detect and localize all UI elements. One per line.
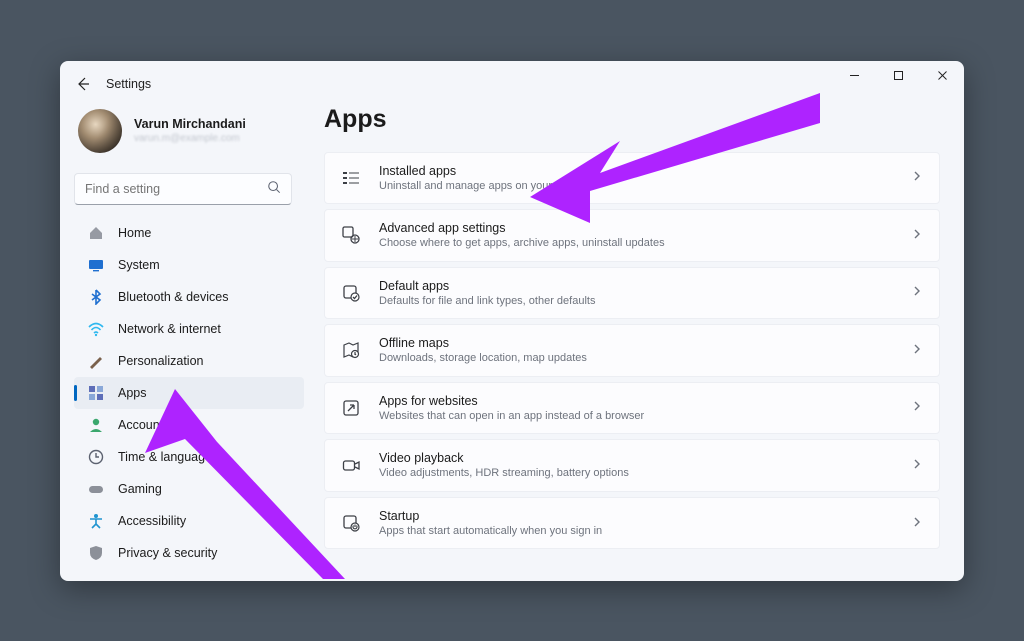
card-subtitle: Downloads, storage location, map updates [379,351,893,365]
profile-name: Varun Mirchandani [134,117,246,131]
chevron-right-icon [911,343,923,358]
settings-window: Settings Varun Mirchandani varun.m@examp… [60,61,964,581]
sidebar-item-bluetooth-devices[interactable]: Bluetooth & devices [74,281,304,313]
network-icon [88,321,104,337]
sidebar-item-privacy-security[interactable]: Privacy & security [74,537,304,569]
card-subtitle: Uninstall and manage apps on your PC [379,179,893,193]
chevron-right-icon [911,285,923,300]
card-startup[interactable]: Startup Apps that start automatically wh… [324,497,940,550]
personalization-icon [88,353,104,369]
system-icon [88,257,104,273]
sidebar-item-label: Accounts [118,418,169,432]
sidebar-item-personalization[interactable]: Personalization [74,345,304,377]
accessibility-icon [88,513,104,529]
default-apps-icon [341,283,361,303]
apps-icon [88,385,104,401]
sidebar-item-accessibility[interactable]: Accessibility [74,505,304,537]
apps-websites-icon [341,398,361,418]
back-button[interactable] [74,75,92,93]
profile-block[interactable]: Varun Mirchandani varun.m@example.com [74,105,304,169]
page-title: Apps [324,105,940,134]
card-advanced-app-settings[interactable]: Advanced app settings Choose where to ge… [324,209,940,262]
card-offline-maps[interactable]: Offline maps Downloads, storage location… [324,324,940,377]
sidebar-item-label: Home [118,226,151,240]
cards-list: Installed apps Uninstall and manage apps… [324,152,940,550]
card-apps-for-websites[interactable]: Apps for websites Websites that can open… [324,382,940,435]
sidebar-item-label: Personalization [118,354,203,368]
card-title: Installed apps [379,163,893,179]
sidebar-item-label: Time & language [118,450,212,464]
sidebar-item-network-internet[interactable]: Network & internet [74,313,304,345]
accounts-icon [88,417,104,433]
sidebar-item-system[interactable]: System [74,249,304,281]
sidebar-item-time-language[interactable]: Time & language [74,441,304,473]
sidebar-item-label: Privacy & security [118,546,217,560]
sidebar: Varun Mirchandani varun.m@example.com Ho… [74,105,304,569]
app-title: Settings [106,77,151,91]
sidebar-item-apps[interactable]: Apps [74,377,304,409]
card-title: Video playback [379,450,893,466]
card-video-playback[interactable]: Video playback Video adjustments, HDR st… [324,439,940,492]
card-subtitle: Apps that start automatically when you s… [379,524,893,538]
privacy-icon [88,545,104,561]
card-subtitle: Choose where to get apps, archive apps, … [379,236,893,250]
time-icon [88,449,104,465]
sidebar-item-accounts[interactable]: Accounts [74,409,304,441]
avatar [78,109,122,153]
chevron-right-icon [911,516,923,531]
sidebar-item-label: Network & internet [118,322,221,336]
startup-icon [341,513,361,533]
minimize-button[interactable] [832,61,876,91]
card-title: Apps for websites [379,393,893,409]
window-header: Settings [74,75,151,93]
profile-email: varun.m@example.com [134,133,246,144]
card-title: Default apps [379,278,893,294]
gaming-icon [88,481,104,497]
card-installed-apps[interactable]: Installed apps Uninstall and manage apps… [324,152,940,205]
card-title: Offline maps [379,335,893,351]
card-title: Startup [379,508,893,524]
main-content: Apps Installed apps Uninstall and manage… [324,105,940,569]
home-icon [88,225,104,241]
chevron-right-icon [911,458,923,473]
card-default-apps[interactable]: Default apps Defaults for file and link … [324,267,940,320]
maximize-button[interactable] [876,61,920,91]
search-icon [267,180,281,197]
sidebar-item-label: Accessibility [118,514,186,528]
offline-maps-icon [341,340,361,360]
card-subtitle: Websites that can open in an app instead… [379,409,893,423]
search-input[interactable] [85,182,267,196]
bluetooth-icon [88,289,104,305]
sidebar-item-home[interactable]: Home [74,217,304,249]
chevron-right-icon [911,400,923,415]
installed-apps-icon [341,168,361,188]
sidebar-item-label: System [118,258,160,272]
sidebar-item-gaming[interactable]: Gaming [74,473,304,505]
card-subtitle: Defaults for file and link types, other … [379,294,893,308]
chevron-right-icon [911,170,923,185]
video-playback-icon [341,456,361,476]
chevron-right-icon [911,228,923,243]
window-controls [832,61,964,91]
advanced-app-settings-icon [341,225,361,245]
search-box[interactable] [74,173,292,205]
sidebar-item-label: Gaming [118,482,162,496]
sidebar-item-label: Bluetooth & devices [118,290,229,304]
card-subtitle: Video adjustments, HDR streaming, batter… [379,466,893,480]
card-title: Advanced app settings [379,220,893,236]
sidebar-item-label: Apps [118,386,147,400]
nav-list: Home System Bluetooth & devices Network … [74,217,304,569]
close-button[interactable] [920,61,964,91]
